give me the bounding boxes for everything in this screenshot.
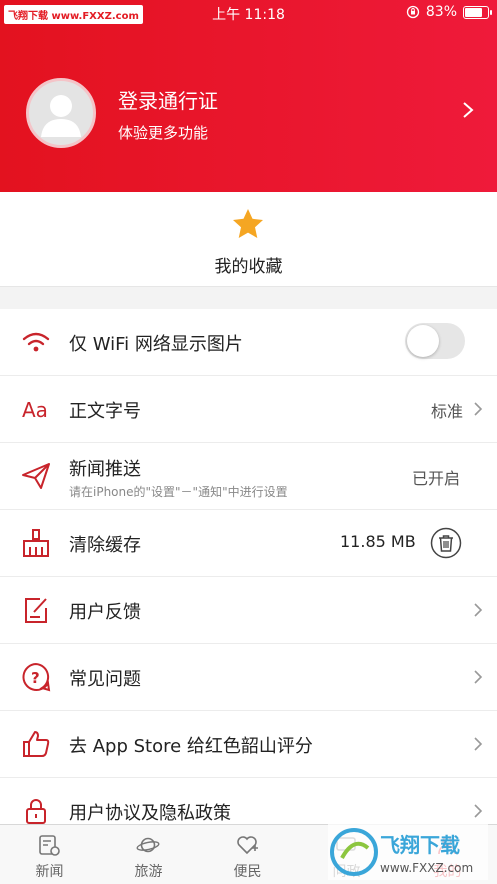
watermark-text: 飞翔下载 (380, 833, 460, 857)
avatar[interactable] (26, 78, 96, 148)
chevron-right-icon[interactable] (473, 736, 483, 752)
feedback-row[interactable]: 用户反馈 (0, 577, 497, 644)
login-subtitle: 体验更多功能 (118, 124, 209, 142)
user-icon (41, 95, 81, 137)
watermark-logo: 飞翔下载 www.FXXZ.com (328, 822, 488, 880)
font-size-icon: Aa (22, 398, 48, 422)
battery-status: 83% (406, 4, 492, 20)
rate-app-row[interactable]: 去 App Store 给红色韶山评分 (0, 711, 497, 778)
star-icon[interactable] (230, 206, 266, 242)
cache-size: 11.85 MB (340, 532, 416, 551)
tab-travel-label: 旅游 (134, 864, 163, 880)
heart-plus-icon (237, 836, 258, 855)
rate-app-label: 去 App Store 给红色韶山评分 (69, 736, 313, 757)
chevron-right-icon[interactable] (473, 401, 483, 417)
chevron-right-icon[interactable] (473, 602, 483, 618)
favorites-label[interactable]: 我的收藏 (0, 252, 497, 277)
faq-label: 常见问题 (69, 669, 141, 690)
wifi-images-label: 仅 WiFi 网络显示图片 (69, 334, 243, 355)
battery-icon (463, 5, 492, 19)
lock-icon (26, 799, 46, 824)
wifi-images-toggle[interactable] (405, 323, 465, 359)
chevron-right-icon[interactable] (461, 101, 475, 119)
status-bar: 飞翔下载 www.FXXZ.com 上午 11:18 83% (0, 0, 497, 26)
profile-header: 飞翔下载 www.FXXZ.com 上午 11:18 83% 登录通行证 体验更… (0, 0, 497, 192)
orientation-lock-icon (406, 5, 420, 19)
edit-icon (25, 598, 47, 623)
font-size-value: 标准 (431, 402, 464, 421)
settings-list: 仅 WiFi 网络显示图片 Aa 正文字号 标准 新闻推送 请在iPhone的"… (0, 309, 497, 845)
news-icon (39, 835, 60, 856)
faq-row[interactable]: ? 常见问题 (0, 644, 497, 711)
push-hint: 请在iPhone的"设置"－"通知"中进行设置 (69, 485, 288, 499)
trash-icon[interactable] (430, 527, 462, 559)
wifi-images-row: 仅 WiFi 网络显示图片 (0, 309, 497, 376)
push-row: 新闻推送 请在iPhone的"设置"－"通知"中进行设置 已开启 (0, 443, 497, 510)
svg-text:Aa: Aa (22, 398, 48, 422)
tab-service[interactable]: 便民 (198, 825, 297, 884)
planet-icon (136, 837, 160, 853)
feedback-label: 用户反馈 (69, 602, 141, 623)
privacy-label: 用户协议及隐私政策 (69, 803, 231, 824)
send-icon (22, 463, 50, 489)
font-size-row[interactable]: Aa 正文字号 标准 (0, 376, 497, 443)
clear-cache-label: 清除缓存 (69, 535, 141, 556)
tab-service-label: 便民 (233, 864, 262, 880)
broom-icon (23, 529, 49, 557)
clear-cache-row[interactable]: 清除缓存 11.85 MB (0, 510, 497, 577)
svg-text:?: ? (31, 669, 40, 687)
tab-news[interactable]: 新闻 (0, 825, 99, 884)
chevron-right-icon[interactable] (473, 803, 483, 819)
thumbs-up-icon (23, 731, 50, 757)
push-status: 已开启 (412, 469, 461, 488)
wifi-icon (22, 332, 50, 352)
watermark-url: www.FXXZ.com (380, 861, 473, 875)
tab-travel[interactable]: 旅游 (99, 825, 198, 884)
login-title[interactable]: 登录通行证 (118, 85, 218, 114)
font-size-label: 正文字号 (69, 401, 141, 422)
question-icon: ? (22, 663, 51, 692)
battery-percent: 83% (425, 4, 457, 20)
chevron-right-icon[interactable] (473, 669, 483, 685)
push-label: 新闻推送 (69, 459, 141, 480)
tab-news-label: 新闻 (35, 864, 64, 880)
